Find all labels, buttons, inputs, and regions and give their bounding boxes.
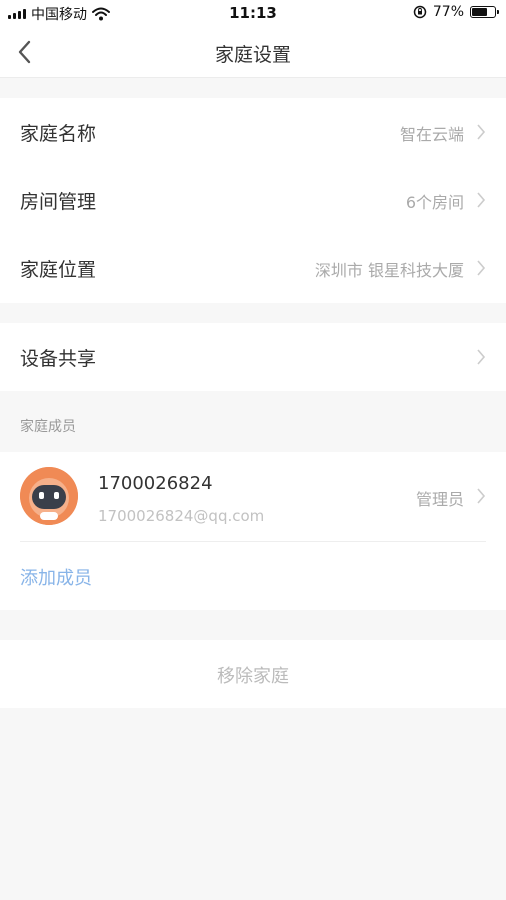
status-bar: 中国移动 11:13 77% <box>0 0 506 26</box>
row-label: 房间管理 <box>20 191 97 213</box>
battery-percent: 77% <box>432 4 464 20</box>
row-room-management[interactable]: 房间管理 6个房间 <box>0 166 506 234</box>
page-title: 家庭设置 <box>214 44 291 66</box>
row-label: 设备共享 <box>20 348 97 370</box>
robot-avatar-icon <box>20 467 78 525</box>
chevron-right-icon <box>477 124 486 140</box>
row-value: 深圳市 银星科技大厦 <box>314 261 464 280</box>
battery-icon <box>470 6 499 18</box>
nav-bar: 家庭设置 <box>0 26 506 78</box>
member-role: 管理员 <box>415 490 464 509</box>
member-name: 1700026824 <box>98 473 213 494</box>
remove-family-label: 移除家庭 <box>217 666 289 687</box>
row-family-name[interactable]: 家庭名称 智在云端 <box>0 98 506 166</box>
chevron-right-icon <box>477 260 486 276</box>
divider <box>20 541 486 542</box>
member-email: 1700026824@qq.com <box>98 507 265 525</box>
rotation-lock-icon <box>413 5 427 19</box>
family-info-group: 家庭名称 智在云端 房间管理 6个房间 家庭位置 深圳市 银星科技大厦 <box>0 98 506 303</box>
add-member-button[interactable]: 添加成员 <box>20 564 92 590</box>
device-share-group: 设备共享 <box>0 323 506 391</box>
row-label: 家庭位置 <box>20 259 97 281</box>
status-right: 77% <box>413 4 499 20</box>
row-value: 智在云端 <box>399 125 464 144</box>
row-family-location[interactable]: 家庭位置 深圳市 银星科技大厦 <box>0 234 506 302</box>
row-value: 6个房间 <box>405 193 464 212</box>
remove-family-button[interactable]: 移除家庭 <box>0 640 506 708</box>
chevron-right-icon <box>477 488 486 504</box>
chevron-right-icon <box>477 192 486 208</box>
row-device-share[interactable]: 设备共享 <box>0 323 506 391</box>
members-section-label: 家庭成员 <box>20 419 76 435</box>
chevron-right-icon <box>477 349 486 365</box>
row-label: 家庭名称 <box>20 123 97 145</box>
